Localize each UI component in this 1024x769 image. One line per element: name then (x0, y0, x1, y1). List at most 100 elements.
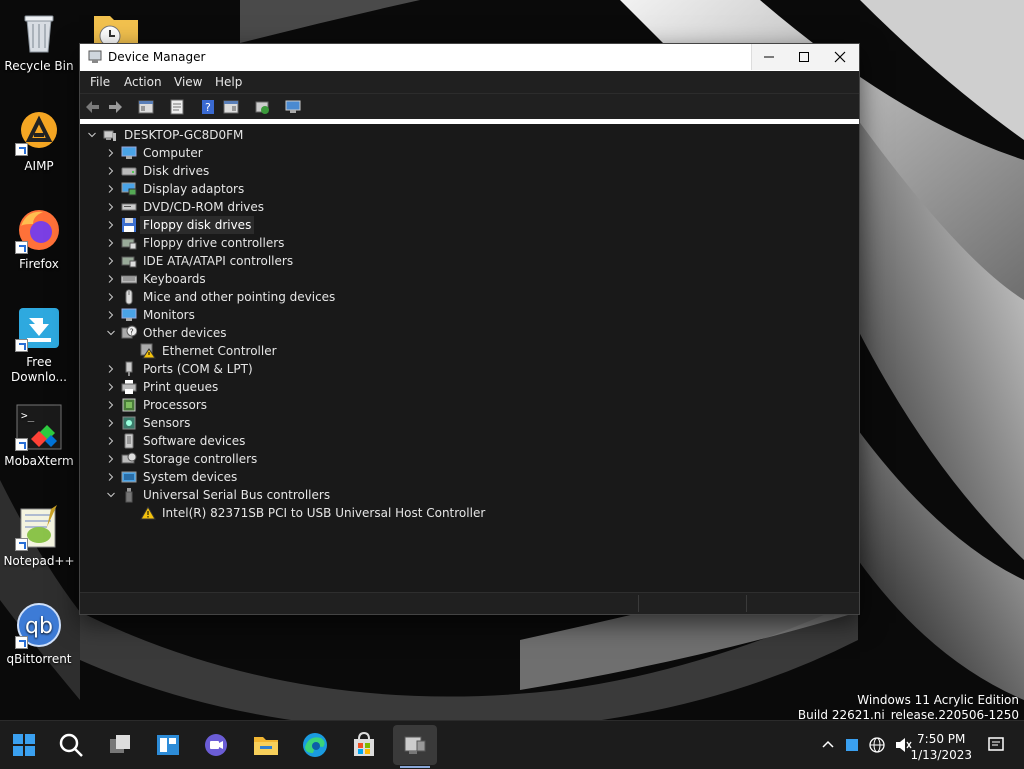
recycle-bin-icon (15, 8, 63, 56)
speaker-muted-icon[interactable] (894, 733, 912, 757)
search-icon[interactable] (55, 729, 87, 761)
tree-category-software-devices[interactable]: Software devices (107, 432, 507, 450)
desktop-icon-label: Firefox (19, 257, 59, 271)
file-explorer-icon[interactable] (250, 729, 282, 761)
close-button[interactable] (822, 44, 857, 70)
chevron-right-icon[interactable] (107, 149, 115, 157)
tree-category-monitors[interactable]: Monitors (107, 306, 507, 324)
system-device-icon (121, 471, 137, 483)
properties-icon[interactable] (169, 99, 185, 115)
tree-category-other-devices[interactable]: ? Other devices (107, 324, 507, 342)
start-icon[interactable] (8, 729, 40, 761)
tree-category-mice[interactable]: Mice and other pointing devices (107, 288, 507, 306)
show-hide-pane-icon[interactable] (223, 99, 239, 115)
chevron-right-icon[interactable] (107, 203, 115, 211)
chevron-right-icon[interactable] (107, 473, 115, 481)
desktop-icon-qbittorrent[interactable]: qb qBittorrent (2, 601, 76, 667)
tree-device-intel-usb-host-controller[interactable]: Intel(R) 82371SB PCI to USB Universal Ho… (126, 504, 546, 522)
chevron-right-icon[interactable] (107, 419, 115, 427)
menu-bar: File Action View Help (80, 71, 859, 94)
tree-category-dvd-cd-rom[interactable]: DVD/CD-ROM drives (107, 198, 507, 216)
shortcut-arrow-icon (15, 339, 28, 352)
tree-category-sensors[interactable]: Sensors (107, 414, 507, 432)
widgets-icon[interactable] (152, 729, 184, 761)
chevron-right-icon[interactable] (107, 311, 115, 319)
desktop-icon-free-download-manager[interactable]: Free Downlo... (2, 304, 76, 385)
chevron-right-icon[interactable] (107, 167, 115, 175)
taskbar-clock[interactable]: 7:50 PM 1/13/2023 (910, 731, 972, 763)
chat-icon[interactable] (200, 729, 232, 761)
chevron-right-icon[interactable] (107, 437, 115, 445)
chevron-right-icon[interactable] (107, 239, 115, 247)
shortcut-arrow-icon (15, 438, 28, 451)
usb-icon (125, 488, 133, 503)
chevron-up-icon[interactable] (820, 733, 836, 757)
watermark-edition: Windows 11 Acrylic Edition (857, 693, 1019, 707)
chevron-right-icon[interactable] (107, 293, 115, 301)
chevron-right-icon[interactable] (107, 221, 115, 229)
network-globe-icon[interactable] (868, 733, 886, 757)
tree-category-computer[interactable]: Computer (107, 144, 507, 162)
menu-action[interactable]: Action (124, 75, 162, 89)
chevron-down-icon[interactable] (88, 131, 96, 139)
desktop-icon-notepadpp[interactable]: Notepad++ (2, 503, 76, 569)
tree-category-ports[interactable]: Ports (COM & LPT) (107, 360, 507, 378)
desktop-icon-recycle-bin[interactable]: Recycle Bin (2, 8, 76, 74)
tree-category-ide-ata-atapi[interactable]: IDE ATA/ATAPI controllers (107, 252, 507, 270)
store-icon[interactable] (348, 729, 380, 761)
chevron-right-icon[interactable] (107, 383, 115, 391)
dvd-drive-icon (121, 203, 137, 211)
task-view-icon[interactable] (104, 729, 136, 761)
tree-category-disk-drives[interactable]: Disk drives (107, 162, 507, 180)
maximize-button[interactable] (787, 44, 822, 70)
desktop-icon-mobaxterm[interactable]: >_ MobaXterm (2, 403, 76, 469)
tree-device-ethernet-controller[interactable]: Ethernet Controller (126, 342, 526, 360)
tree-category-floppy-disk-drives[interactable]: Floppy disk drives (107, 216, 507, 234)
chevron-right-icon[interactable] (107, 365, 115, 373)
tree-category-label: Processors (143, 398, 208, 412)
console-tree-icon[interactable] (138, 99, 154, 115)
chevron-right-icon[interactable] (107, 257, 115, 265)
tree-category-usb-controllers[interactable]: Universal Serial Bus controllers (107, 486, 507, 504)
edge-icon[interactable] (299, 729, 331, 761)
tree-category-display-adaptors[interactable]: Display adaptors (107, 180, 507, 198)
desktop-icon-aimp[interactable]: AIMP (2, 108, 76, 174)
qbittorrent-icon: qb (15, 601, 63, 649)
tree-category-keyboards[interactable]: Keyboards (107, 270, 507, 288)
device-tree: DESKTOP-GC8D0FM Computer Disk drives Dis… (80, 124, 857, 590)
device-manager-taskbar-button[interactable] (393, 725, 437, 765)
tree-category-label: IDE ATA/ATAPI controllers (143, 254, 294, 268)
minimize-button[interactable] (752, 44, 787, 70)
storage-controller-icon (121, 452, 137, 464)
chevron-down-icon[interactable] (107, 491, 115, 499)
tree-category-processors[interactable]: Processors (107, 396, 507, 414)
chevron-down-icon[interactable] (107, 329, 115, 337)
tree-category-label: Display adaptors (143, 182, 245, 196)
floppy-disk-icon (122, 218, 136, 232)
add-legacy-hardware-icon[interactable] (285, 99, 301, 115)
tree-category-print-queues[interactable]: Print queues (107, 378, 507, 396)
folder-clock-icon[interactable] (94, 12, 138, 47)
tree-category-system-devices[interactable]: System devices (107, 468, 507, 486)
scan-hardware-icon[interactable] (254, 99, 270, 115)
app-tray-icon[interactable] (844, 733, 860, 757)
notification-icon[interactable] (986, 733, 1006, 757)
desktop-icon-label: AIMP (24, 159, 54, 173)
menu-view[interactable]: View (174, 75, 202, 89)
chevron-right-icon[interactable] (107, 185, 115, 193)
help-icon[interactable]: ? (200, 99, 216, 115)
desktop-icon-firefox[interactable]: Firefox (2, 206, 76, 272)
back-arrow-icon[interactable] (85, 99, 101, 115)
chevron-right-icon[interactable] (107, 401, 115, 409)
tree-root[interactable]: DESKTOP-GC8D0FM (88, 126, 388, 144)
menu-help[interactable]: Help (215, 75, 242, 89)
title-bar[interactable]: Device Manager (80, 44, 859, 71)
tree-category-storage-controllers[interactable]: Storage controllers (107, 450, 507, 468)
forward-arrow-icon[interactable] (107, 99, 123, 115)
taskbar: 7:50 PM 1/13/2023 (0, 720, 1024, 769)
chevron-right-icon[interactable] (107, 455, 115, 463)
port-icon (125, 361, 133, 376)
tree-category-floppy-drive-controllers[interactable]: Floppy drive controllers (107, 234, 507, 252)
chevron-right-icon[interactable] (107, 275, 115, 283)
menu-file[interactable]: File (90, 75, 110, 89)
